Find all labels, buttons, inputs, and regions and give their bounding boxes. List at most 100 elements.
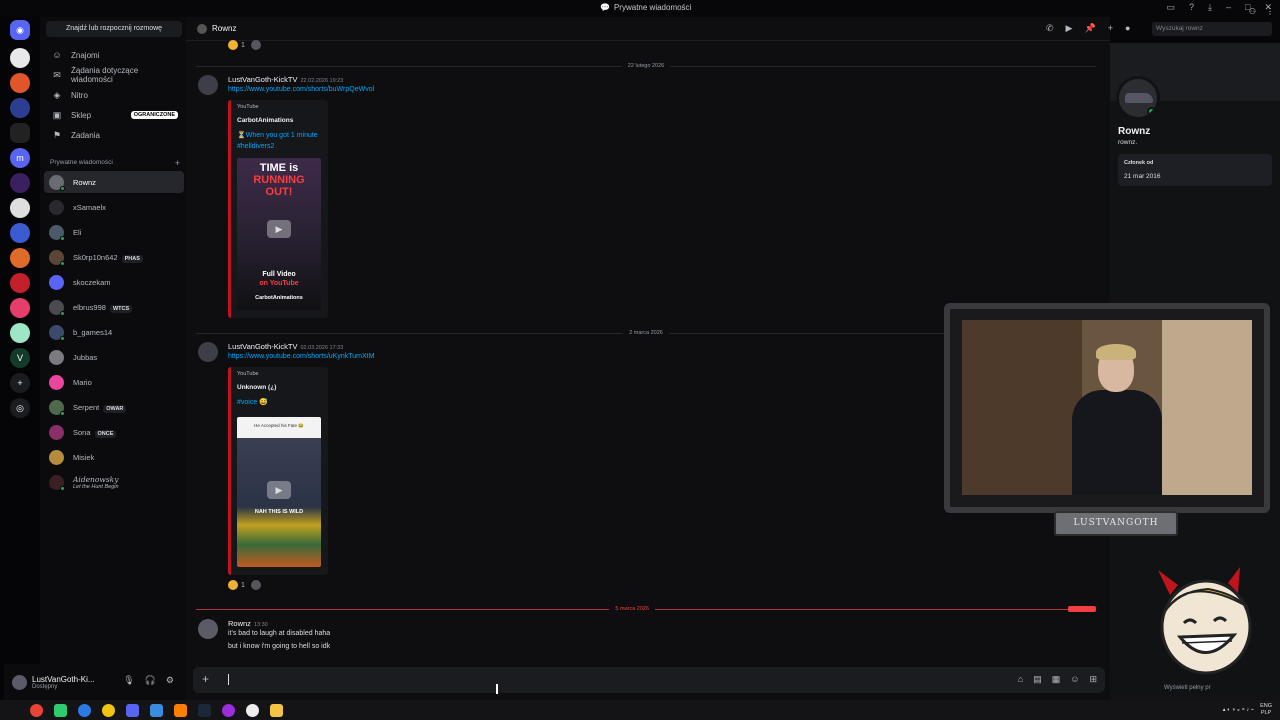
dm-item[interactable]: Jubbas xyxy=(44,346,184,368)
attach-plus-icon[interactable]: + xyxy=(202,672,209,686)
dm-item[interactable]: Sona ONCE xyxy=(44,421,184,443)
reaction[interactable]: 1 xyxy=(228,40,245,50)
folder-icon[interactable] xyxy=(270,703,283,717)
gif-icon[interactable]: ▤ xyxy=(1033,674,1042,685)
microphone-icon[interactable]: 🎙 xyxy=(123,675,134,686)
play-icon[interactable]: ▶ xyxy=(267,220,291,238)
online-status xyxy=(60,185,65,191)
server-icon[interactable]: V xyxy=(10,348,30,368)
profile-icon[interactable]: ● xyxy=(1125,23,1130,34)
message-author[interactable]: LustVanGoth-KickTV 02.03.2026 17:33 xyxy=(228,342,343,351)
server-icon[interactable] xyxy=(10,198,30,218)
embed-author[interactable]: CarbotAnimations xyxy=(237,117,293,124)
author-name[interactable]: Rownz xyxy=(228,619,251,628)
embed-title[interactable]: ⏳When you got 1 minute #helldivers2 xyxy=(237,130,327,152)
settings-gear-icon[interactable]: ⚙ xyxy=(166,675,174,686)
dm-item[interactable]: Sk0rp10n642 PHAS xyxy=(44,246,184,268)
author-name[interactable]: LustVanGoth-KickTV xyxy=(228,342,297,351)
author-avatar[interactable] xyxy=(198,619,218,639)
profile-avatar[interactable] xyxy=(1116,76,1160,120)
server-icon[interactable] xyxy=(10,98,30,118)
video-thumbnail[interactable]: He Accepted his Fate 😂 ▶ NAH THIS IS WIL… xyxy=(237,417,321,567)
nav-quests[interactable]: ⚑ Zadania xyxy=(46,126,182,144)
inbox-icon[interactable]: ▭ xyxy=(1166,2,1175,13)
app-icon[interactable] xyxy=(246,703,259,717)
window-title: 💬 Prywatne wiadomości xyxy=(600,3,691,12)
search-input[interactable]: Wyszukaj rownz xyxy=(1152,22,1272,36)
app-icon[interactable] xyxy=(102,703,115,717)
server-icon[interactable] xyxy=(10,273,30,293)
server-icon[interactable]: m xyxy=(10,148,30,168)
user-avatar[interactable] xyxy=(12,674,27,690)
minimize-icon[interactable]: – xyxy=(1226,2,1231,13)
help-icon[interactable]: ? xyxy=(1189,2,1194,13)
steam-icon[interactable] xyxy=(198,703,211,717)
tray-icons[interactable]: ▴ ◐ ◑ ◒ ◓ ♪ ⌁ xyxy=(1223,707,1254,713)
more-icon[interactable]: ⋮ xyxy=(1266,7,1274,16)
message-author[interactable]: LustVanGoth-KickTV 22.02.2026 19:23 xyxy=(228,75,343,84)
video-icon[interactable]: ▶ xyxy=(1066,23,1073,34)
message-author[interactable]: Rownz 13:30 xyxy=(228,619,268,628)
add-friend-icon[interactable]: + xyxy=(1108,23,1113,34)
app-icon[interactable] xyxy=(222,703,235,717)
sticker-icon[interactable]: ▦ xyxy=(1052,674,1061,685)
gift-icon[interactable]: ⌂ xyxy=(1018,674,1023,685)
add-friend-icon[interactable]: ⚇ xyxy=(1249,7,1256,16)
headphones-icon[interactable]: 🎧 xyxy=(145,675,156,686)
reaction[interactable]: 1 xyxy=(228,580,245,590)
dm-item[interactable]: elbrus998 WTCS xyxy=(44,296,184,318)
server-icon[interactable] xyxy=(10,123,30,143)
server-icon[interactable] xyxy=(10,298,30,318)
embed-author[interactable]: Unknown (¿) xyxy=(237,384,276,391)
dm-item[interactable]: Serpent OWAR xyxy=(44,396,184,418)
video-thumbnail[interactable]: TIME is RUNNING OUT! ▶ Full Video on You… xyxy=(237,158,321,310)
chrome-icon[interactable] xyxy=(30,703,43,717)
app-icon[interactable] xyxy=(150,703,163,717)
dm-item[interactable]: Eli xyxy=(44,221,184,243)
author-avatar[interactable] xyxy=(198,75,218,95)
add-reaction-icon[interactable] xyxy=(250,580,261,590)
message-link[interactable]: https://www.youtube.com/shorts/uKynkTumX… xyxy=(228,353,374,360)
nav-nitro[interactable]: ◈ Nitro xyxy=(46,86,182,104)
language-indicator[interactable]: ENG PLP xyxy=(1260,703,1272,717)
pin-icon[interactable]: 📌 xyxy=(1084,23,1095,34)
dm-item[interactable]: Mario xyxy=(44,371,184,393)
nav-friends[interactable]: ☺ Znajomi xyxy=(46,46,182,64)
server-icon[interactable] xyxy=(10,48,30,68)
vlc-icon[interactable] xyxy=(174,703,187,717)
dm-item[interactable]: Aidenowsky Let the Hunt Begin xyxy=(44,471,184,493)
server-icon[interactable] xyxy=(10,223,30,243)
message-composer[interactable]: + ⌂ ▤ ▦ ☺ ⊞ xyxy=(193,667,1105,693)
discover-icon[interactable]: ◎ xyxy=(10,398,30,418)
server-icon[interactable] xyxy=(10,248,30,268)
server-icon[interactable] xyxy=(10,323,30,343)
apps-icon[interactable]: ⊞ xyxy=(1089,674,1097,685)
discord-home-icon[interactable]: ◉ xyxy=(10,20,30,40)
server-icon[interactable] xyxy=(10,173,30,193)
emoji-picker-icon[interactable]: ☺ xyxy=(1070,674,1079,685)
nav-shop[interactable]: ▣ Sklep OGRANICZONE xyxy=(46,106,182,124)
dm-item[interactable]: Misiek xyxy=(44,446,184,468)
create-dm-icon[interactable]: + xyxy=(175,158,180,168)
server-icon[interactable] xyxy=(10,73,30,93)
author-name[interactable]: LustVanGoth-KickTV xyxy=(228,75,297,84)
dm-item[interactable]: Rownz xyxy=(44,171,184,193)
author-avatar[interactable] xyxy=(198,342,218,362)
message-link[interactable]: https://www.youtube.com/shorts/buWrpQeWv… xyxy=(228,86,374,93)
dm-item[interactable]: xSamaelx xyxy=(44,196,184,218)
embed-title[interactable]: #voice 😅 xyxy=(237,397,327,408)
play-icon[interactable]: ▶ xyxy=(267,481,291,499)
add-server-icon[interactable]: + xyxy=(10,373,30,393)
browser-icon[interactable] xyxy=(78,703,91,717)
discord-icon[interactable] xyxy=(126,703,139,717)
user-name[interactable]: LustVanGoth-Ki... xyxy=(32,675,95,684)
add-reaction-icon[interactable] xyxy=(250,40,261,50)
dm-item[interactable]: skoczekam xyxy=(44,271,184,293)
download-icon[interactable]: ⤓ xyxy=(1208,2,1212,13)
app-icon[interactable] xyxy=(54,703,67,717)
view-full-profile-link[interactable]: Wyświetl pełny pr xyxy=(1164,685,1211,691)
nav-message-requests[interactable]: ✉ Żądania dotyczące wiadomości xyxy=(46,66,182,84)
call-icon[interactable]: ✆ xyxy=(1046,23,1054,34)
find-conversation-button[interactable]: Znajdź lub rozpocznij rozmowę xyxy=(46,21,182,37)
dm-item[interactable]: b_games14 xyxy=(44,321,184,343)
